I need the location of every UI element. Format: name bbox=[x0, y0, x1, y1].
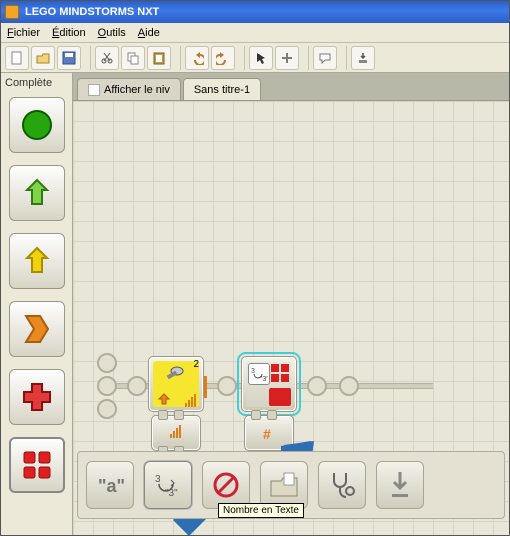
beam-node bbox=[97, 376, 117, 396]
tab-strip: Afficher le niv Sans titre-1 bbox=[73, 73, 509, 101]
program-canvas[interactable]: 2 3 "3" bbox=[73, 101, 509, 535]
calibrate-button[interactable] bbox=[318, 461, 366, 509]
app-icon bbox=[5, 5, 19, 19]
arrow-up-small-icon bbox=[157, 393, 171, 405]
pointer-tool-button[interactable] bbox=[249, 46, 273, 70]
green-circle-icon bbox=[20, 108, 54, 142]
no-entry-icon bbox=[211, 470, 241, 500]
level-bars-icon bbox=[170, 424, 184, 438]
download-button[interactable] bbox=[351, 46, 375, 70]
open-button[interactable] bbox=[31, 46, 55, 70]
palette-sensor-button[interactable] bbox=[9, 233, 65, 289]
save-button[interactable] bbox=[57, 46, 81, 70]
svg-text:#: # bbox=[263, 426, 271, 442]
window-title: LEGO MINDSTORMS NXT bbox=[25, 6, 159, 18]
tab-sans-titre-1[interactable]: Sans titre-1 bbox=[183, 78, 261, 100]
num-to-text-icon: 3 "3" bbox=[250, 365, 268, 383]
beam-node bbox=[339, 376, 359, 396]
paste-button[interactable] bbox=[147, 46, 171, 70]
tab-icon bbox=[88, 84, 100, 96]
pan-tool-button[interactable] bbox=[275, 46, 299, 70]
text-block-button[interactable]: "a" bbox=[86, 461, 134, 509]
beam-node bbox=[217, 376, 237, 396]
menu-file[interactable]: Fichier bbox=[7, 27, 40, 39]
sound-data-hub[interactable] bbox=[151, 415, 201, 451]
cut-button[interactable] bbox=[95, 46, 119, 70]
green-arrow-up-icon bbox=[20, 176, 54, 210]
app-window: LEGO MINDSTORMS NXT Fichier Édition Outi… bbox=[0, 0, 510, 536]
palette-common-button[interactable] bbox=[9, 97, 65, 153]
number-to-text-block[interactable]: 3 "3" bbox=[241, 356, 297, 412]
beam-node bbox=[307, 376, 327, 396]
red-plus-icon bbox=[20, 380, 54, 414]
tooltip: Nombre en Texte bbox=[218, 503, 304, 518]
download-arrow-icon bbox=[386, 470, 414, 500]
svg-text:3: 3 bbox=[155, 474, 161, 485]
microphone-icon bbox=[159, 363, 189, 393]
palette-flow-button[interactable] bbox=[9, 301, 65, 357]
palette-action-button[interactable] bbox=[9, 165, 65, 221]
palette-sidebar: Complète bbox=[1, 73, 73, 535]
orange-chevron-icon bbox=[20, 312, 54, 346]
block-palette-bar: "a" 3 "3" bbox=[77, 451, 505, 519]
beam-node bbox=[97, 353, 117, 373]
menu-tools[interactable]: Outils bbox=[98, 27, 126, 39]
redo-button[interactable] bbox=[211, 46, 235, 70]
red-tag-icon bbox=[269, 388, 291, 406]
file-access-button[interactable] bbox=[260, 461, 308, 509]
titlebar: LEGO MINDSTORMS NXT bbox=[1, 1, 509, 23]
beam-node bbox=[127, 376, 147, 396]
undo-button[interactable] bbox=[185, 46, 209, 70]
red-grid-icon bbox=[271, 364, 291, 384]
toolbar bbox=[1, 43, 509, 73]
tab-afficher-niv[interactable]: Afficher le niv bbox=[77, 78, 181, 100]
yellow-arrow-up-icon bbox=[20, 244, 54, 278]
svg-text:3: 3 bbox=[251, 368, 255, 375]
menu-help[interactable]: Aide bbox=[138, 27, 160, 39]
menu-edit[interactable]: Édition bbox=[52, 27, 86, 39]
comment-tool-button[interactable] bbox=[313, 46, 337, 70]
palette-advanced-button[interactable] bbox=[9, 437, 65, 493]
menubar: Fichier Édition Outils Aide bbox=[1, 23, 509, 43]
svg-text:"3": "3" bbox=[165, 488, 178, 499]
reset-button[interactable] bbox=[376, 461, 424, 509]
numtext-data-hub-num[interactable]: # bbox=[244, 415, 294, 451]
port-label: 2 bbox=[193, 359, 199, 370]
num-to-text-icon: 3 "3" bbox=[153, 470, 183, 500]
open-folder-icon bbox=[268, 471, 300, 499]
copy-button[interactable] bbox=[121, 46, 145, 70]
beam-node bbox=[97, 399, 117, 419]
new-file-button[interactable] bbox=[5, 46, 29, 70]
body: Complète bbox=[1, 73, 509, 535]
sound-sensor-block[interactable]: 2 bbox=[148, 356, 204, 412]
hash-icon: # bbox=[261, 425, 279, 443]
canvas-area: Afficher le niv Sans titre-1 bbox=[73, 73, 509, 535]
svg-text:"3": "3" bbox=[260, 376, 268, 383]
stethoscope-icon bbox=[326, 469, 358, 501]
keep-alive-button[interactable] bbox=[202, 461, 250, 509]
red-grid-icon bbox=[20, 448, 54, 482]
text-a-icon: "a" bbox=[95, 472, 125, 498]
num-to-text-button[interactable]: 3 "3" bbox=[144, 461, 192, 509]
svg-text:"a": "a" bbox=[98, 476, 125, 496]
level-bars-icon bbox=[185, 393, 199, 407]
palette-data-button[interactable] bbox=[9, 369, 65, 425]
palette-label: Complète bbox=[1, 75, 56, 91]
